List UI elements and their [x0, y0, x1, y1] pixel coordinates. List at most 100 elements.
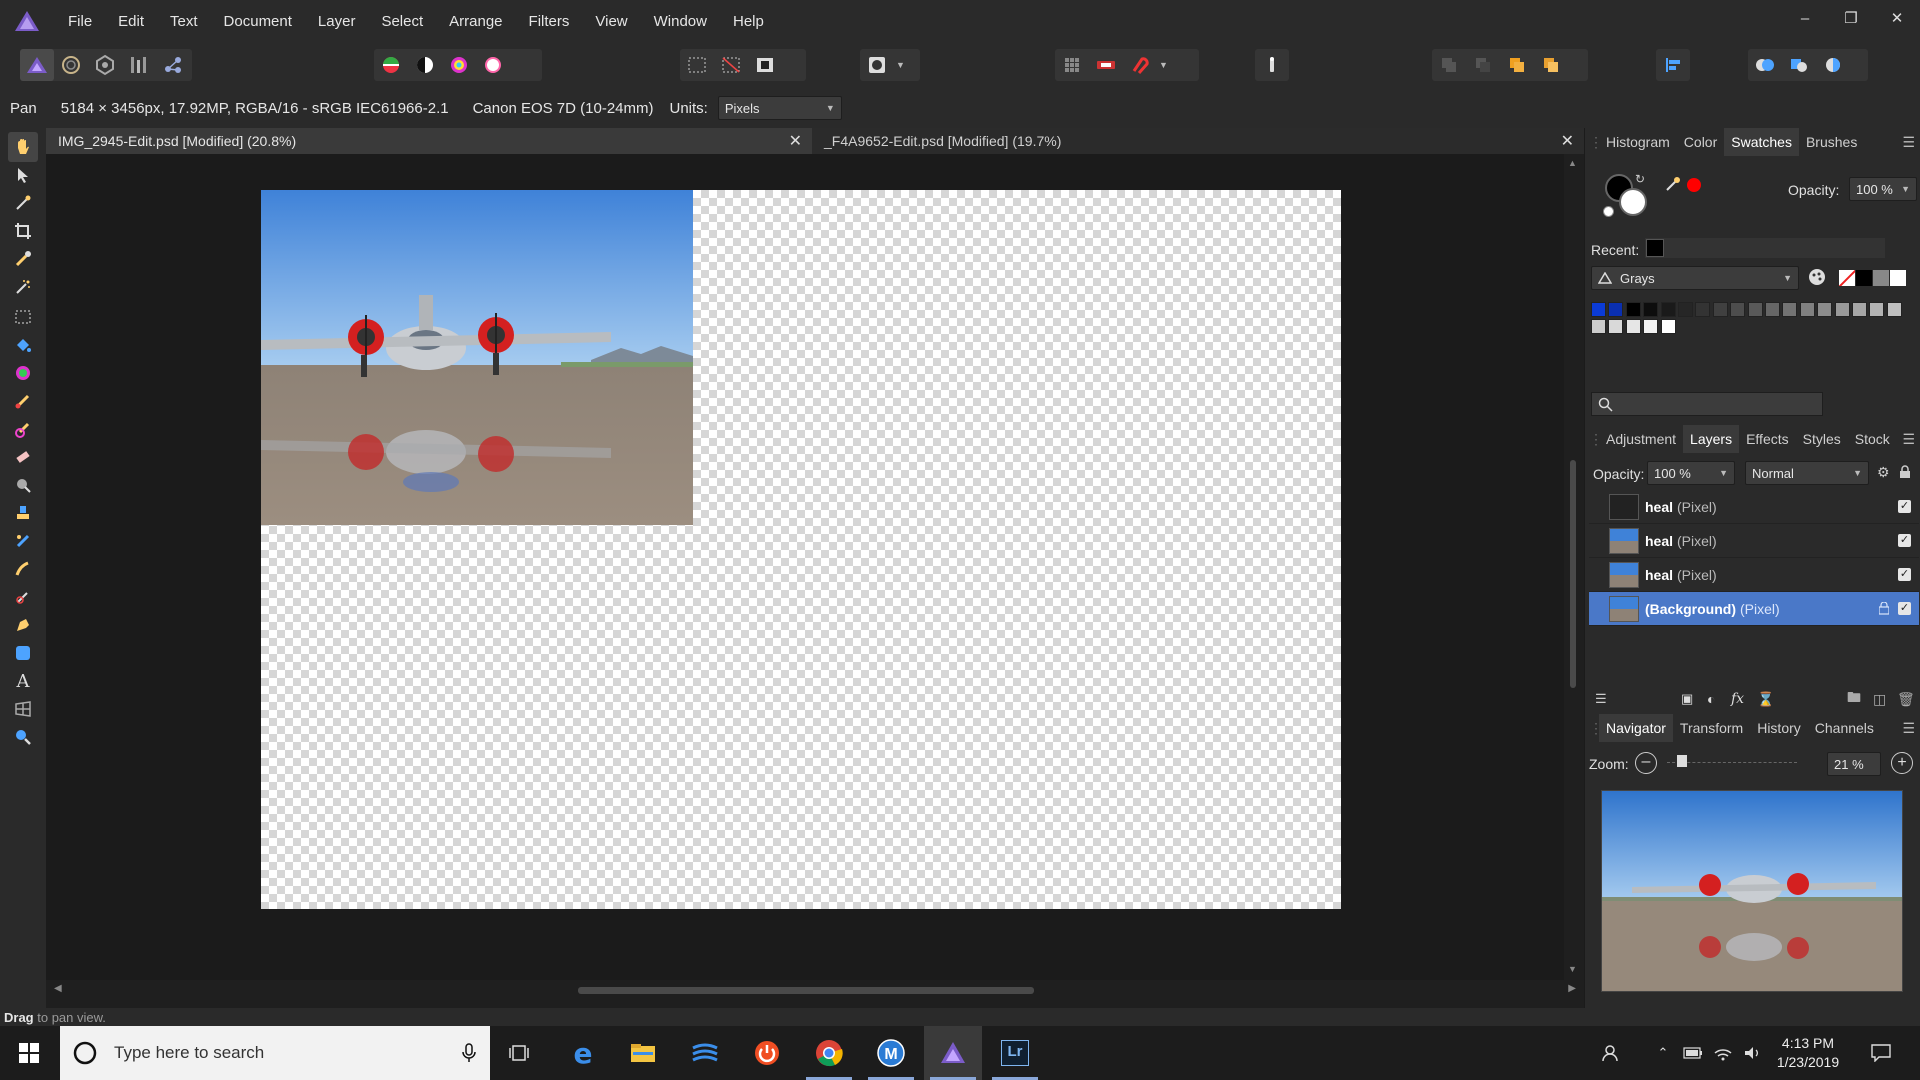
no-fill-icon[interactable] — [1603, 206, 1614, 217]
mesh-warp-tool-icon[interactable] — [8, 694, 38, 724]
layer-row[interactable]: heal (Pixel) ✓ — [1589, 524, 1919, 558]
intersect-shape-icon[interactable] — [1816, 49, 1850, 81]
layer-row[interactable]: heal (Pixel) ✓ — [1589, 558, 1919, 592]
move-tool-icon[interactable] — [8, 160, 38, 190]
zoom-in-button[interactable]: + — [1891, 752, 1913, 774]
lock-icon[interactable] — [1899, 465, 1911, 479]
scroll-down-icon[interactable]: ▼ — [1568, 964, 1577, 974]
eyedropper-icon[interactable] — [1665, 176, 1681, 195]
palette-swatch[interactable] — [1625, 302, 1641, 317]
palette-swatch[interactable] — [1747, 302, 1763, 317]
wifi-icon[interactable] — [1708, 1026, 1738, 1080]
show-hidden-icons-icon[interactable]: ⌃ — [1648, 1026, 1678, 1080]
tab-stock[interactable]: Stock — [1848, 425, 1897, 453]
new-group-icon[interactable]: 🖿 — [1847, 687, 1861, 711]
auto-white-balance-icon[interactable] — [476, 49, 510, 81]
color-replacement-tool-icon[interactable] — [8, 358, 38, 388]
layer-row[interactable]: heal (Pixel) ✓ — [1589, 490, 1919, 524]
tab-navigator[interactable]: Navigator — [1599, 714, 1673, 742]
menu-arrange[interactable]: Arrange — [449, 13, 502, 30]
m-app-icon[interactable]: M — [862, 1026, 920, 1080]
deselect-icon[interactable] — [714, 49, 748, 81]
zoom-value-field[interactable]: 21 % — [1827, 752, 1881, 776]
adjustment-layer-icon[interactable]: ◐ — [1707, 691, 1715, 707]
vertical-scrollbar[interactable]: ▲ ▼ — [1564, 154, 1584, 980]
snapping-dropdown-icon[interactable]: ▼ — [1159, 60, 1168, 70]
palette-swatch[interactable] — [1869, 302, 1885, 317]
volume-icon[interactable] — [1738, 1026, 1768, 1080]
microphone-icon[interactable] — [462, 1043, 476, 1063]
panel-menu-icon[interactable]: ☰ — [1902, 720, 1915, 737]
text-tool-icon[interactable]: A — [8, 666, 38, 696]
tab-color[interactable]: Color — [1677, 128, 1724, 156]
move-back-one-icon[interactable] — [1466, 49, 1500, 81]
horizontal-scroll-thumb[interactable] — [578, 987, 1034, 994]
red-eye-tool-icon[interactable] — [8, 582, 38, 612]
layers-stack-icon[interactable]: ☰ — [1595, 691, 1607, 707]
live-filter-icon[interactable]: ⌛ — [1757, 691, 1774, 708]
palette-swatch[interactable] — [1625, 319, 1641, 334]
tab-history[interactable]: History — [1750, 714, 1808, 742]
menu-layer[interactable]: Layer — [318, 13, 356, 30]
move-to-back-icon[interactable] — [1432, 49, 1466, 81]
none-swatch[interactable] — [1839, 270, 1855, 286]
develop-persona-icon[interactable] — [88, 49, 122, 81]
black-swatch[interactable] — [1856, 270, 1872, 286]
palette-swatch[interactable] — [1591, 319, 1606, 334]
gray-swatch[interactable] — [1873, 270, 1889, 286]
task-view-icon[interactable] — [490, 1026, 548, 1080]
menu-text[interactable]: Text — [170, 13, 198, 30]
mixer-brush-tool-icon[interactable] — [8, 414, 38, 444]
menu-view[interactable]: View — [595, 13, 627, 30]
photo-persona-icon[interactable] — [20, 49, 54, 81]
panel-menu-icon[interactable]: ☰ — [1902, 431, 1915, 448]
minimize-icon[interactable]: – — [1782, 0, 1828, 42]
move-to-front-icon[interactable] — [1534, 49, 1568, 81]
mask-layer-icon[interactable]: ▣ — [1681, 691, 1693, 707]
palette-swatch[interactable] — [1834, 302, 1850, 317]
white-swatch[interactable] — [1890, 270, 1906, 286]
palette-swatch[interactable] — [1660, 302, 1676, 317]
delete-layer-icon[interactable]: 🗑 — [1897, 691, 1915, 708]
color-picker-tool-icon[interactable] — [8, 188, 38, 218]
flood-fill-tool-icon[interactable] — [8, 330, 38, 360]
battery-icon[interactable] — [1678, 1026, 1708, 1080]
horizontal-scrollbar[interactable]: ◀ ▶ — [46, 980, 1584, 1000]
taskbar-clock[interactable]: 4:13 PM 1/23/2019 — [1766, 1034, 1850, 1072]
tab-swatches[interactable]: Swatches — [1724, 128, 1799, 156]
picked-color-swatch[interactable] — [1687, 178, 1701, 192]
swatch-search-input[interactable] — [1591, 392, 1823, 416]
layer-visibility-checkbox[interactable]: ✓ — [1898, 568, 1911, 581]
swap-colors-icon[interactable]: ↻ — [1635, 172, 1645, 186]
grid-icon[interactable] — [1055, 49, 1089, 81]
menu-filters[interactable]: Filters — [529, 13, 570, 30]
close-window-icon[interactable]: ✕ — [1874, 0, 1920, 42]
marquee-tool-icon[interactable] — [8, 302, 38, 332]
edge-browser-icon[interactable]: e — [554, 1026, 612, 1080]
gear-icon[interactable]: ⚙ — [1877, 464, 1890, 481]
palette-swatch[interactable] — [1782, 302, 1798, 317]
flood-select-tool-icon[interactable] — [8, 272, 38, 302]
tab-transform[interactable]: Transform — [1673, 714, 1750, 742]
layer-opacity-field[interactable]: 100 % ▼ — [1647, 461, 1735, 485]
crop-tool-icon[interactable] — [8, 216, 38, 246]
tab-histogram[interactable]: Histogram — [1599, 128, 1677, 156]
palette-options-icon[interactable] — [1807, 267, 1827, 290]
blend-mode-dropdown[interactable]: Normal ▼ — [1745, 461, 1869, 485]
erase-brush-tool-icon[interactable] — [8, 442, 38, 472]
shape-tool-icon[interactable] — [8, 638, 38, 668]
taskbar-search-input[interactable]: Type here to search — [60, 1026, 490, 1080]
close-icon[interactable]: ✕ — [1561, 131, 1574, 151]
selection-brush-tool-icon[interactable] — [8, 244, 38, 274]
fx-icon[interactable]: fx — [1731, 691, 1744, 707]
layer-lock-icon[interactable] — [1879, 602, 1889, 615]
people-icon[interactable] — [1592, 1026, 1632, 1080]
tab-f4a9652[interactable]: _F4A9652-Edit.psd [Modified] (19.7%) ✕ — [812, 128, 1584, 154]
auto-contrast-icon[interactable] — [408, 49, 442, 81]
tab-brushes[interactable]: Brushes — [1799, 128, 1864, 156]
info-icon[interactable] — [1255, 49, 1289, 81]
navigator-preview[interactable] — [1601, 790, 1903, 992]
vertical-scroll-thumb[interactable] — [1570, 460, 1576, 688]
menu-edit[interactable]: Edit — [118, 13, 144, 30]
zoom-out-button[interactable]: – — [1635, 752, 1657, 774]
